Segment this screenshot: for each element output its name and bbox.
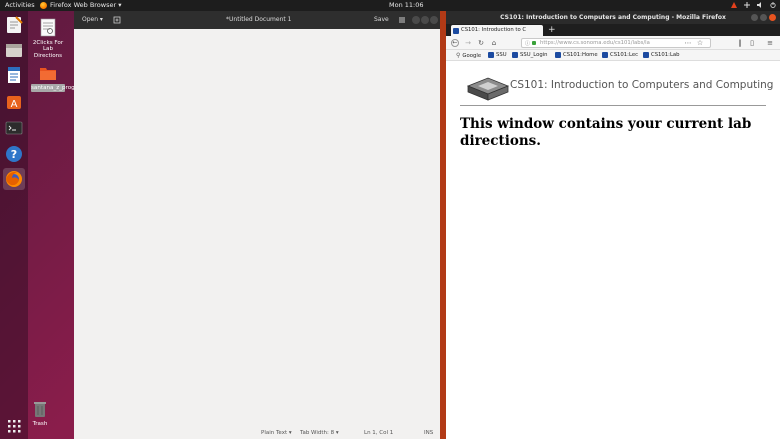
- top-panel: Activities Firefox Web Browser ▾ Mon 11:…: [0, 0, 780, 11]
- trash-label: Trash: [32, 420, 48, 427]
- app-menu-label: Firefox Web Browser ▾: [50, 1, 122, 9]
- software-center-launcher[interactable]: A: [3, 90, 25, 112]
- text-editor-header: Open ▾ *Untitled Document 1 Save: [74, 11, 440, 29]
- firefox-launcher[interactable]: [3, 168, 25, 190]
- minimize-button[interactable]: [412, 16, 420, 24]
- close-button[interactable]: [769, 14, 776, 21]
- header-divider: [460, 105, 766, 106]
- status-bar: Plain Text ▾ Tab Width: 8 ▾ Ln 1, Col 1 …: [74, 428, 440, 439]
- cpu-chip-logo-icon: [466, 77, 510, 101]
- menu-icon[interactable]: ≡: [766, 39, 774, 47]
- cursor-position[interactable]: Ln 1, Col 1: [364, 430, 393, 436]
- lock-icon[interactable]: [532, 41, 536, 45]
- bookmark-cs101-home[interactable]: CS101:Home: [555, 52, 598, 58]
- desktop-icon-trash[interactable]: Trash: [29, 400, 51, 427]
- text-editing-area[interactable]: [74, 29, 440, 428]
- new-tab-button[interactable]: +: [548, 24, 556, 36]
- back-icon[interactable]: ←: [451, 39, 459, 47]
- firefox-icon: [6, 171, 22, 187]
- bookmark-ssu[interactable]: SSU: [488, 52, 507, 58]
- language-selector[interactable]: Plain Text ▾: [261, 430, 292, 436]
- terminal-icon: [5, 121, 23, 135]
- tab-width-selector[interactable]: Tab Width: 8 ▾: [300, 430, 339, 436]
- navigation-bar: ← → ↻ ⌂ ⓘ https://www.cs.sonoma.edu/cs10…: [446, 36, 780, 50]
- ssu-icon: [512, 52, 518, 58]
- folder-icon: [40, 68, 56, 80]
- tab-cs101[interactable]: CS101: Introduction to C: [451, 25, 543, 36]
- page-actions-icon[interactable]: ⋯: [684, 39, 692, 47]
- library-icon[interactable]: ‖: [736, 39, 744, 47]
- app-menu[interactable]: Firefox Web Browser ▾: [40, 2, 121, 9]
- help-icon: ?: [6, 146, 22, 162]
- power-icon[interactable]: [770, 2, 776, 8]
- reload-icon[interactable]: ↻: [477, 39, 485, 47]
- help-launcher[interactable]: ?: [3, 143, 25, 165]
- text-editor-window: Open ▾ *Untitled Document 1 Save Plain T…: [74, 11, 440, 439]
- svg-text:?: ?: [11, 148, 17, 161]
- sidebar-icon[interactable]: ▯: [748, 39, 756, 47]
- globe-icon: ⚲: [456, 52, 461, 59]
- launcher-dock: A ?: [0, 11, 28, 439]
- text-editor-icon: [7, 16, 23, 33]
- page-content: CS101: Introduction to Computers and Com…: [446, 61, 780, 439]
- volume-icon[interactable]: [757, 2, 763, 8]
- bookmark-cs101-lec[interactable]: CS101:Lec: [602, 52, 638, 58]
- bookmark-cs101-lab[interactable]: CS101:Lab: [643, 52, 680, 58]
- firefox-icon: [40, 2, 47, 9]
- open-button[interactable]: Open ▾: [82, 16, 103, 24]
- files-launcher[interactable]: [3, 39, 25, 61]
- hamburger-menu-icon[interactable]: [398, 16, 406, 24]
- firefox-window: CS101: Introduction to Computers and Com…: [440, 11, 780, 439]
- info-icon[interactable]: ⓘ: [525, 40, 530, 47]
- files-icon: [6, 44, 22, 57]
- script-file-icon: [40, 18, 56, 37]
- document-icon: [8, 67, 20, 83]
- ssu-icon: [488, 52, 494, 58]
- bookmark-ssu-login[interactable]: SSU_Login: [512, 52, 548, 58]
- ssu-icon: [643, 52, 649, 58]
- svg-text:A: A: [11, 99, 18, 110]
- save-button[interactable]: Save: [374, 16, 389, 24]
- minimize-button[interactable]: [751, 14, 758, 21]
- network-icon[interactable]: [744, 2, 750, 8]
- url-bar[interactable]: ⓘ https://www.cs.sonoma.edu/cs101/labs/l…: [521, 38, 711, 48]
- new-document-icon[interactable]: [113, 16, 121, 24]
- bookmarks-toolbar: ⚲ Google SSU SSU_Login CS101:Home CS101:L…: [446, 50, 780, 61]
- window-title: CS101: Introduction to Computers and Com…: [446, 11, 780, 24]
- bookmark-star-icon[interactable]: ☆: [696, 39, 704, 47]
- favicon-icon: [453, 28, 459, 34]
- forward-icon[interactable]: →: [464, 39, 472, 47]
- close-button[interactable]: [430, 16, 438, 24]
- tab-strip: CS101: Introduction to C +: [446, 24, 780, 36]
- desktop-icon-lab-directions[interactable]: 2Clicks For Lab Directions: [30, 18, 66, 59]
- trash-icon: [34, 402, 46, 417]
- site-title: CS101: Introduction to Computers and Com…: [510, 79, 774, 91]
- terminal-launcher[interactable]: [3, 117, 25, 139]
- update-icon[interactable]: [731, 2, 737, 8]
- desktop-icon-label: santana_z_prog2: [31, 83, 79, 92]
- ssu-icon: [555, 52, 561, 58]
- show-applications-launcher[interactable]: [3, 415, 25, 437]
- text-editor-launcher[interactable]: [3, 14, 25, 36]
- clock[interactable]: Mon 11:06: [389, 2, 424, 9]
- ssu-icon: [602, 52, 608, 58]
- software-center-icon: A: [7, 96, 21, 110]
- grid-icon: [8, 420, 21, 433]
- activities-button[interactable]: Activities: [5, 2, 35, 9]
- bookmark-google[interactable]: ⚲ Google: [456, 52, 481, 59]
- tab-title: CS101: Introduction to C: [461, 27, 527, 33]
- writer-launcher[interactable]: [3, 64, 25, 86]
- maximize-button[interactable]: [421, 16, 429, 24]
- maximize-button[interactable]: [760, 14, 767, 21]
- insert-mode: INS: [424, 430, 434, 436]
- page-heading: This window contains your current lab di…: [460, 116, 752, 149]
- desktop-icon-label: 2Clicks For Lab Directions: [32, 39, 64, 59]
- url-text: https://www.cs.sonoma.edu/cs101/labs/la: [540, 40, 650, 46]
- system-tray[interactable]: [731, 2, 776, 8]
- desktop-icon-folder[interactable]: santana_z_prog2: [31, 66, 79, 92]
- home-icon[interactable]: ⌂: [490, 39, 498, 47]
- document-title: *Untitled Document 1: [226, 16, 292, 23]
